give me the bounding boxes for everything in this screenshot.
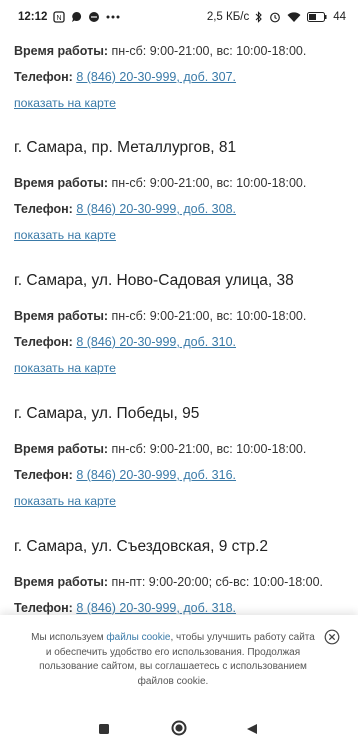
nfc-icon: N	[53, 11, 66, 23]
store-item: Время работы: пн-сб: 9:00-21:00, вс: 10:…	[14, 44, 306, 112]
bluetooth-icon	[255, 11, 263, 23]
store-item: г. Самара, ул. Съездовская, 9 стр.2 Врем…	[14, 538, 323, 615]
store-hours: Время работы: пн-сб: 9:00-21:00, вс: 10:…	[14, 176, 307, 190]
close-icon[interactable]	[324, 629, 340, 645]
store-item: г. Самара, ул. Ново-Садовая улица, 38 Вр…	[14, 272, 306, 377]
network-speed: 2,5 КБ/с	[206, 11, 250, 23]
chat-bubble-icon	[71, 11, 82, 23]
store-phone: Телефон: 8 (846) 20-30-999, доб. 307.	[14, 70, 237, 84]
status-bar: 12:12 N 2,5 КБ/с 44	[0, 0, 358, 34]
phone-link[interactable]: 8 (846) 20-30-999, доб. 307.	[76, 70, 236, 84]
store-hours: Время работы: пн-сб: 9:00-21:00, вс: 10:…	[14, 309, 307, 323]
store-item: г. Самара, ул. Победы, 95 Время работы: …	[14, 405, 306, 510]
system-nav-bar	[0, 710, 358, 750]
phone-link[interactable]: 8 (846) 20-30-999, доб. 310.	[76, 335, 236, 349]
battery-icon	[307, 12, 327, 22]
battery-percent: 44	[333, 11, 346, 23]
more-dots-icon	[106, 15, 120, 19]
phone-link[interactable]: 8 (846) 20-30-999, доб. 316.	[76, 468, 236, 482]
store-address: г. Самара, ул. Победы, 95	[14, 405, 200, 422]
show-on-map-link[interactable]: показать на карте	[14, 361, 116, 375]
store-phone: Телефон: 8 (846) 20-30-999, доб. 310.	[14, 335, 237, 349]
store-hours: Время работы: пн-пт: 9:00-20:00; сб-вс: …	[14, 575, 323, 589]
show-on-map-link[interactable]: показать на карте	[14, 494, 116, 508]
phone-link[interactable]: 8 (846) 20-30-999, доб. 318.	[76, 601, 236, 615]
alarm-icon	[269, 11, 281, 23]
store-hours: Время работы: пн-сб: 9:00-21:00, вс: 10:…	[14, 442, 307, 456]
store-hours: Время работы: пн-сб: 9:00-21:00, вс: 10:…	[14, 44, 307, 58]
store-address: г. Самара, ул. Съездовская, 9 стр.2	[14, 538, 269, 555]
cookie-text: Мы используем файлы cookie, чтобы улучши…	[31, 632, 315, 687]
cookie-files-link[interactable]: файлы cookie	[106, 632, 170, 643]
store-phone: Телефон: 8 (846) 20-30-999, доб. 316.	[14, 468, 237, 482]
store-address: г. Самара, пр. Металлургов, 81	[14, 139, 237, 156]
show-on-map-link[interactable]: показать на карте	[14, 228, 116, 242]
svg-text:N: N	[57, 15, 62, 22]
store-address: г. Самара, ул. Ново-Садовая улица, 38	[14, 272, 294, 289]
home-circle-icon[interactable]	[171, 720, 187, 741]
store-phone: Телефон: 8 (846) 20-30-999, доб. 318.	[14, 601, 237, 615]
wifi-icon	[287, 11, 301, 23]
back-triangle-icon[interactable]	[246, 722, 258, 740]
cookie-banner: Мы используем файлы cookie, чтобы улучши…	[0, 615, 358, 710]
store-item: г. Самара, пр. Металлургов, 81 Время раб…	[14, 139, 306, 244]
message-icon	[88, 11, 100, 23]
phone-link[interactable]: 8 (846) 20-30-999, доб. 308.	[76, 202, 236, 216]
show-on-map-link[interactable]: показать на карте	[14, 96, 116, 110]
store-phone: Телефон: 8 (846) 20-30-999, доб. 308.	[14, 202, 237, 216]
status-time: 12:12	[18, 11, 48, 23]
recents-square-icon[interactable]	[98, 722, 110, 740]
